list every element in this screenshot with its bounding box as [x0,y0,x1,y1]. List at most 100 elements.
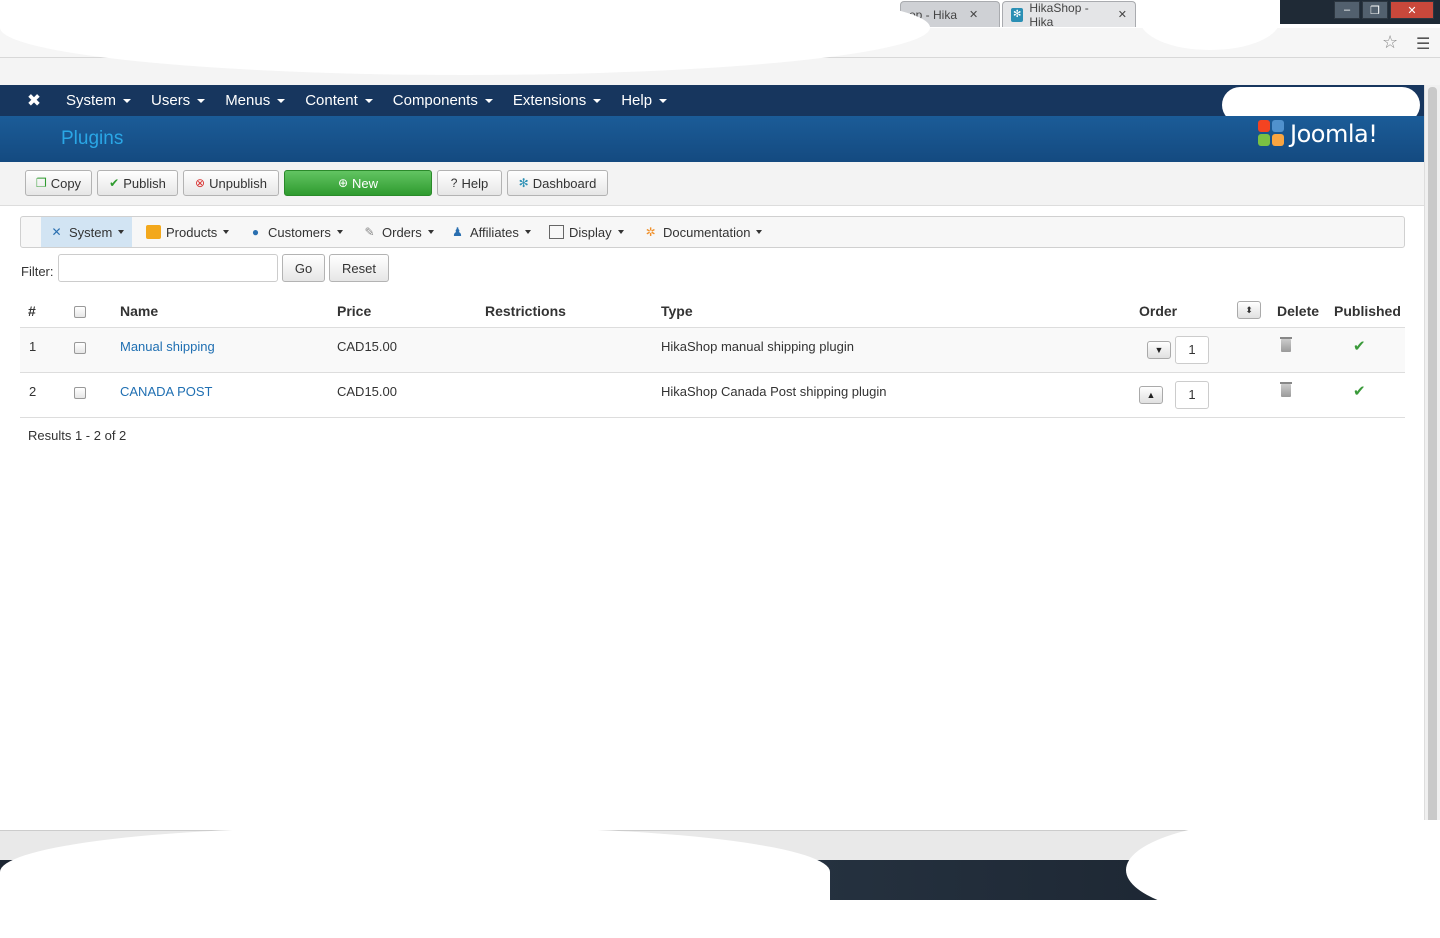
nav-menus[interactable]: Menus [215,85,295,116]
row-checkbox[interactable] [74,387,86,399]
column-header-order[interactable]: Order [1139,303,1177,319]
close-window-icon[interactable]: ✕ [1390,1,1434,19]
redacted-area [0,828,830,938]
results-counter: Results 1 - 2 of 2 [28,428,127,443]
nav-system[interactable]: System [56,85,141,116]
trash-icon[interactable] [1280,382,1292,397]
minimize-icon[interactable]: – [1334,1,1360,19]
new-button[interactable]: ⊕ New [284,170,432,196]
column-header-name[interactable]: Name [120,303,158,319]
submenu-label: Affiliates [470,224,519,240]
go-button[interactable]: Go [282,254,325,282]
page-title: Plugins [61,128,124,149]
nav-components[interactable]: Components [383,85,503,116]
bookmark-star-icon[interactable]: ☆ [1382,32,1398,53]
browser-tab-2[interactable]: ✻ HikaShop - Hika ✕ [1002,0,1136,29]
submenu-orders[interactable]: ✎ Orders [354,217,442,247]
tools-icon: ✕ [51,225,62,239]
submenu-system[interactable]: ✕ System [41,217,133,247]
column-header-delete: Delete [1277,303,1320,319]
submenu-label: Products [166,224,218,240]
submenu-label: Display [569,224,612,240]
move-down-icon[interactable]: ▼ [1147,341,1171,359]
nav-label: Menus [225,92,271,109]
page-header: Plugins Joomla! [0,116,1424,162]
row-number: 1 [29,339,37,354]
button-label: Dashboard [532,175,597,191]
close-tab-icon[interactable]: ✕ [969,8,978,21]
order-input[interactable]: 1 [1175,381,1209,409]
caret-down-icon [659,98,668,103]
button-label: Help [461,175,489,191]
dashboard-button[interactable]: ✻ Dashboard [507,170,608,196]
plugin-type: HikaShop Canada Post shipping plugin [661,384,887,399]
order-input[interactable]: 1 [1175,336,1209,364]
button-label: Unpublish [209,175,267,191]
nav-label: Content [305,92,358,109]
column-header-restrictions: Restrictions [485,303,566,319]
plugin-type: HikaShop manual shipping plugin [661,339,854,354]
caret-down-icon [617,230,624,234]
caret-down-icon [123,98,132,103]
nav-extensions[interactable]: Extensions [503,85,611,116]
reset-button[interactable]: Reset [329,254,389,282]
column-header-published: Published [1334,303,1401,319]
copy-icon: ❐ [35,176,47,190]
filter-input[interactable] [58,254,278,282]
plugin-price: CAD15.00 [337,339,397,354]
nav-label: Users [151,92,191,109]
button-label: Copy [50,175,82,191]
caret-down-icon [364,98,373,103]
hikashop-submenu: ✕ System Products ● Customers ✎ Orders ♟ Aff… [20,216,1405,248]
page-scrollbar[interactable] [1424,85,1440,830]
row-number: 2 [29,384,37,399]
submenu-documentation[interactable]: ✲ Documentation [635,217,770,247]
submenu-label: Documentation [663,224,751,240]
hikashop-icon: ✻ [518,176,529,190]
cancel-circle-icon: ⊗ [195,176,206,190]
browser-chrome: op - Hika ✕ ✻ HikaShop - Hika ✕ – ❐ ✕ ☆ … [0,0,1440,85]
submenu-label: Customers [268,224,331,240]
maximize-icon[interactable]: ❐ [1362,1,1388,19]
nav-users[interactable]: Users [141,85,215,116]
help-button[interactable]: ? Help [437,170,502,196]
nav-label: Extensions [512,92,587,109]
display-icon [549,225,564,239]
move-up-icon[interactable]: ▲ [1139,386,1163,404]
submenu-products[interactable]: Products [138,217,237,247]
submenu-display[interactable]: Display [541,217,632,247]
row-checkbox[interactable] [74,342,86,354]
joomla-icon[interactable]: ✖ [24,91,44,111]
column-header-price: Price [337,303,372,319]
save-order-icon[interactable]: ⬍ [1237,301,1261,319]
copy-button[interactable]: ❐ Copy [25,170,92,196]
browser-tab-label: HikaShop - Hika [1029,0,1089,29]
button-label: New [352,175,379,191]
published-check-icon[interactable]: ✔ [1353,337,1366,355]
submenu-customers[interactable]: ● Customers [240,217,351,247]
publish-button[interactable]: ✔ Publish [97,170,178,196]
browser-menu-icon[interactable]: ☰ [1416,34,1430,54]
published-check-icon[interactable]: ✔ [1353,382,1366,400]
joomla-logo-icon [1258,120,1286,148]
scrollbar-thumb[interactable] [1428,87,1437,827]
question-circle-icon: ? [450,176,458,190]
submenu-label: Orders [382,224,422,240]
caret-down-icon [223,230,230,234]
unpublish-button[interactable]: ⊗ Unpublish [183,170,279,196]
box-icon [146,225,161,239]
submenu-affiliates[interactable]: ♟ Affiliates [442,217,539,247]
nav-help[interactable]: Help [611,85,677,116]
close-tab-icon[interactable]: ✕ [1118,8,1127,21]
caret-down-icon [756,230,763,234]
trash-icon[interactable] [1280,337,1292,352]
joomla-logo: Joomla! [1258,120,1378,148]
plugin-name-link[interactable]: CANADA POST [120,384,212,399]
caret-down-icon [484,98,493,103]
plugin-name-link[interactable]: Manual shipping [120,339,215,354]
select-all-checkbox[interactable] [74,306,86,318]
check-icon: ✔ [109,176,120,190]
nav-content[interactable]: Content [295,85,383,116]
action-toolbar: ❐ Copy ✔ Publish ⊗ Unpublish ⊕ New ? Help ✻ Da… [0,162,1424,206]
window-controls: – ❐ ✕ [1280,0,1440,24]
